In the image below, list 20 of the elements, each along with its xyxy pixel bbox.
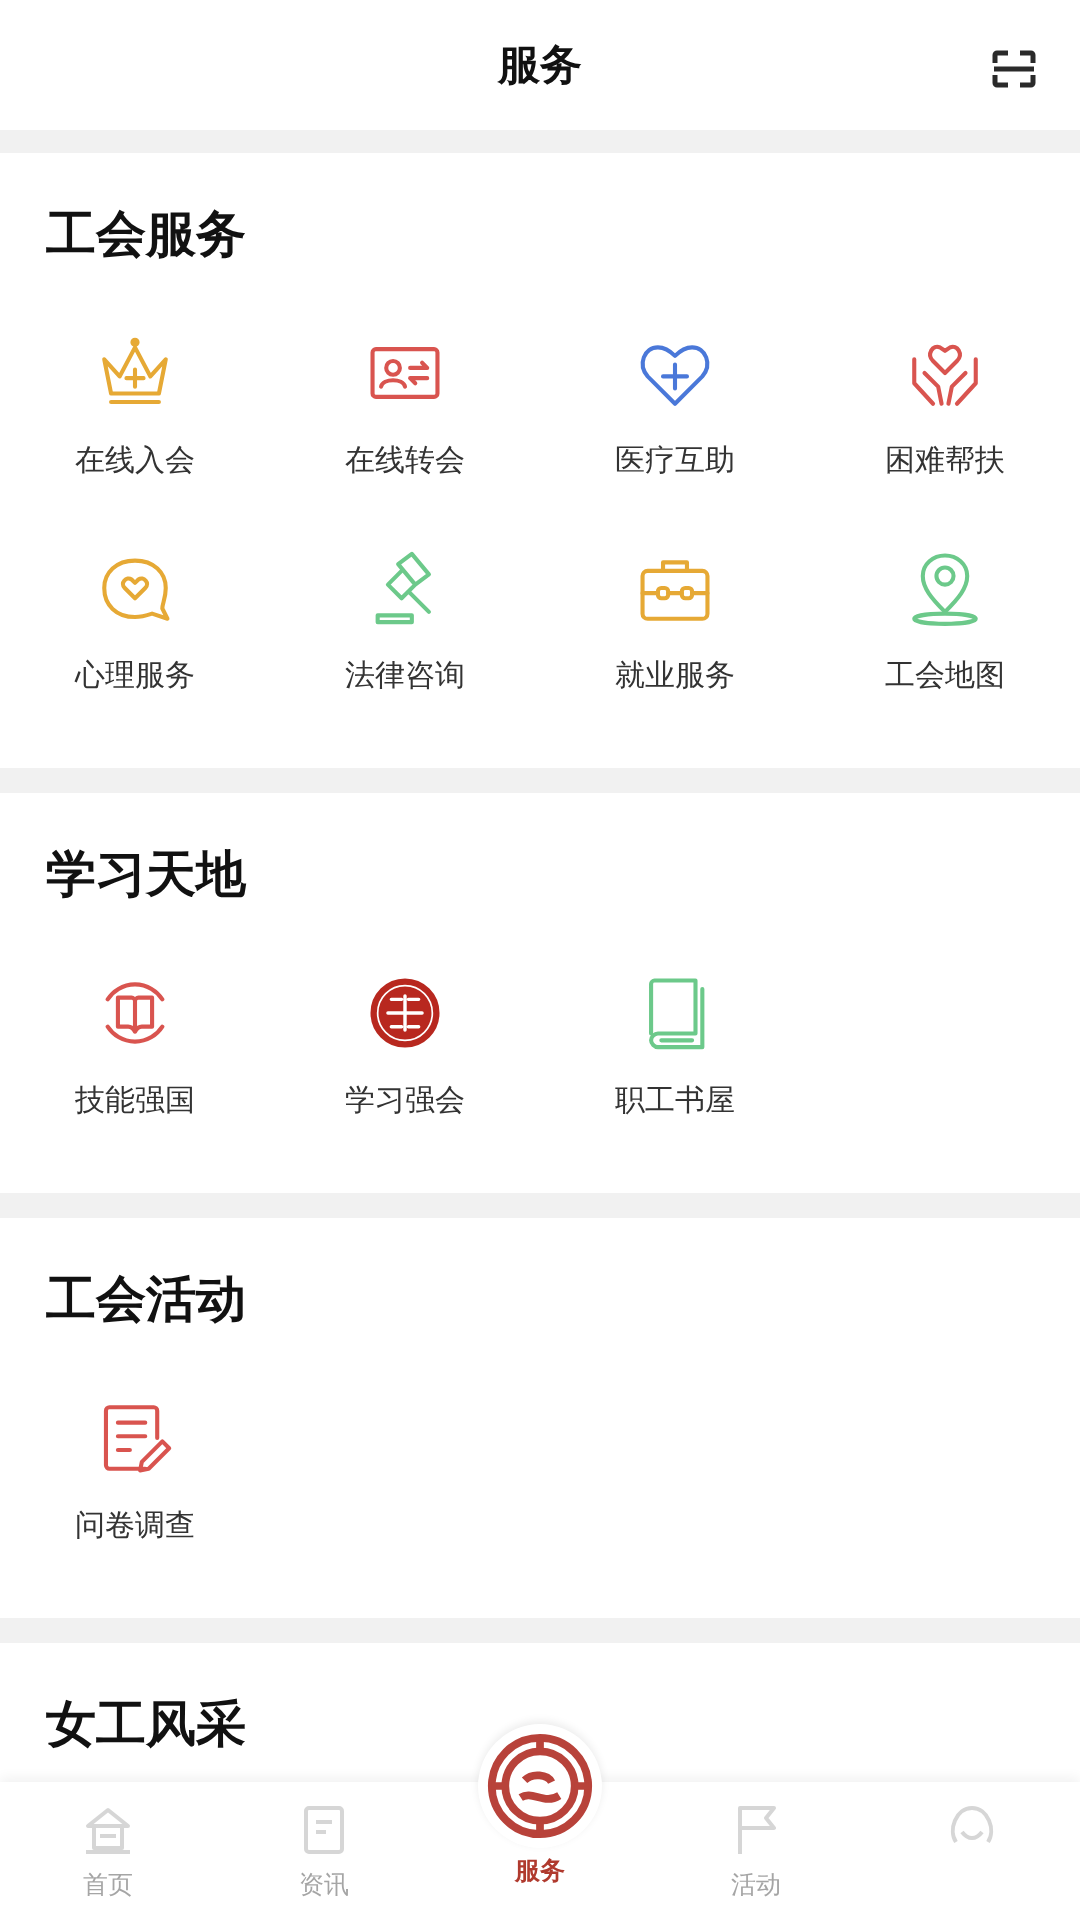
service-label[interactable]: 职工书屋 [615,1080,735,1121]
service-label[interactable]: 就业服务 [615,655,735,696]
service-label[interactable]: 医疗互助 [615,440,735,481]
service-label[interactable]: 困难帮扶 [885,440,1005,481]
section-title: 工会服务 [46,204,246,265]
emblem-icon [486,1732,594,1840]
service-label[interactable]: 心理服务 [75,655,195,696]
scan-icon[interactable] [992,50,1036,88]
service-label[interactable]: 技能强国 [75,1080,195,1121]
section-title: 工会活动 [46,1269,246,1330]
service-label[interactable]: 学习强会 [345,1080,465,1121]
service-label[interactable]: 在线入会 [75,440,195,481]
service-label[interactable]: 问卷调查 [75,1505,195,1546]
service-label[interactable]: 在线转会 [345,440,465,481]
section-title: 女工风采 [46,1694,246,1755]
service-label[interactable]: 工会地图 [885,655,1005,696]
section-title: 学习天地 [46,844,246,905]
service-label[interactable]: 法律咨询 [345,655,465,696]
page-title: 服务 [498,39,582,91]
tab[interactable]: 服务 [432,1724,648,1920]
